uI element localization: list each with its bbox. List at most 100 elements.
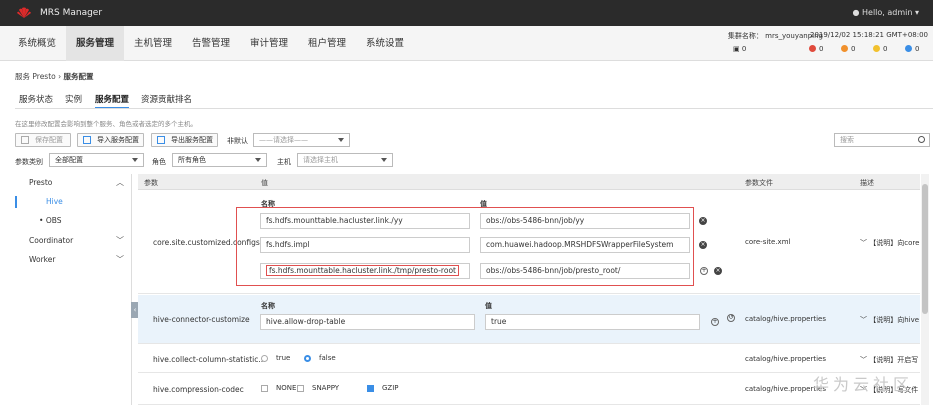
tab-service-status[interactable]: 服务状态 <box>19 93 53 105</box>
param-file: catalog/hive.properties <box>745 315 826 323</box>
table-row: hive-connector-customize 名称 值 hive.allow… <box>138 295 920 344</box>
top-bar: MRS Manager ● Hello, admin ▾ <box>0 0 933 26</box>
chevron-down-icon: ﹀ <box>860 239 867 247</box>
value-header: 值 <box>485 302 492 310</box>
save-icon <box>21 136 29 144</box>
col-param: 参数 <box>144 179 158 187</box>
caret-down-icon <box>255 158 261 162</box>
chevron-down-icon: ﹀ <box>860 356 867 364</box>
checkbox-snappy[interactable] <box>297 385 304 392</box>
save-config-button[interactable]: 保存配置 <box>15 133 71 147</box>
param-name: hive-connector-customize <box>153 315 250 324</box>
nav-audit[interactable]: 审计管理 <box>240 26 298 61</box>
host-label: 主机 <box>277 158 291 166</box>
nav-overview[interactable]: 系统概览 <box>8 26 66 61</box>
add-icon[interactable]: + <box>700 267 708 275</box>
param-name: hive.collect-column-statistic... <box>153 355 266 364</box>
alarm-critical[interactable]: 0 <box>809 45 823 53</box>
remove-icon[interactable]: × <box>699 217 707 225</box>
non-default-label: 非默认 <box>227 137 248 145</box>
export-icon <box>157 136 165 144</box>
reset-icon[interactable]: ↺ <box>727 314 735 322</box>
col-value: 值 <box>261 179 268 187</box>
add-icon[interactable]: + <box>711 318 719 326</box>
tab-divider <box>15 108 933 109</box>
tree-item-worker[interactable]: Worker ﹀ <box>15 251 132 269</box>
tree-item-presto[interactable]: Presto ︿ <box>15 174 132 192</box>
pair-value-input[interactable]: true <box>485 314 700 330</box>
checkbox-none[interactable] <box>261 385 268 392</box>
param-desc: ﹀ 【说明】向core <box>860 239 920 247</box>
tab-instances[interactable]: 实例 <box>65 93 82 105</box>
checkbox-none-label: NONE <box>276 384 297 392</box>
param-file: core-site.xml <box>745 238 791 246</box>
breadcrumb-parent[interactable]: 服务 Presto <box>15 72 56 81</box>
alarm-minor[interactable]: 0 <box>873 45 887 53</box>
nav-settings[interactable]: 系统设置 <box>356 26 414 61</box>
warning-alarm-icon <box>905 45 912 52</box>
nav-hosts[interactable]: 主机管理 <box>124 26 182 61</box>
param-type-select[interactable]: 全部配置 <box>49 153 144 167</box>
pair-name-input[interactable]: hive.allow-drop-table <box>260 314 475 330</box>
vertical-scrollbar[interactable] <box>921 174 929 405</box>
col-file: 参数文件 <box>745 179 773 187</box>
search-input[interactable]: 搜索 <box>834 133 930 147</box>
breadcrumb: 服务 Presto › 服务配置 <box>15 71 94 82</box>
caret-down-icon <box>132 158 138 162</box>
user-menu[interactable]: ● Hello, admin ▾ <box>852 8 919 17</box>
radio-false-label: false <box>319 354 336 362</box>
alarm-major[interactable]: 0 <box>841 45 855 53</box>
remove-icon[interactable]: × <box>699 241 707 249</box>
tab-resource-ranking[interactable]: 资源贡献排名 <box>141 93 192 105</box>
clipboard-icon: ▣ <box>733 45 740 53</box>
host-select[interactable]: 请选择主机 <box>297 153 393 167</box>
datetime: 2019/12/02 15:18:21 GMT+08:00 <box>809 31 928 39</box>
table-row: hive.collect-column-statistic... true fa… <box>138 345 920 373</box>
nav-alarms[interactable]: 告警管理 <box>182 26 240 61</box>
minor-alarm-icon <box>873 45 880 52</box>
highlight-box <box>236 207 694 286</box>
tab-service-config[interactable]: 服务配置 <box>95 93 130 109</box>
watermark: 华为云社区 <box>813 375 914 394</box>
param-desc: ﹀ 【说明】开启写 <box>860 356 919 364</box>
task-count[interactable]: ▣ 0 <box>733 45 746 53</box>
app-title: MRS Manager <box>40 8 103 18</box>
tree-item-hive[interactable]: Hive <box>15 193 132 211</box>
huawei-logo <box>17 7 31 18</box>
tree-item-coordinator[interactable]: Coordinator ﹀ <box>15 232 132 250</box>
radio-true[interactable] <box>261 355 268 362</box>
checkbox-snappy-label: SNAPPY <box>312 384 340 392</box>
role-tree: Presto ︿ Hive • OBS Coordinator ﹀ Worker ﹀ <box>15 174 132 405</box>
import-config-button[interactable]: 导入服务配置 <box>77 133 144 147</box>
radio-false[interactable] <box>304 355 311 362</box>
name-header: 名称 <box>261 302 275 310</box>
role-select[interactable]: 所有角色 <box>172 153 267 167</box>
chevron-down-icon: ﹀ <box>860 316 867 324</box>
import-icon <box>83 136 91 144</box>
param-file: catalog/hive.properties <box>745 355 826 363</box>
checkbox-gzip-label: GZIP <box>382 384 399 392</box>
non-default-select[interactable]: ——请选择—— <box>253 133 350 147</box>
param-name: hive.compression-codec <box>153 385 244 394</box>
tree-item-obs[interactable]: • OBS <box>15 212 132 230</box>
chevron-down-icon: ﹀ <box>116 236 124 245</box>
nav-tenants[interactable]: 租户管理 <box>298 26 356 61</box>
search-icon <box>918 136 925 143</box>
caret-down-icon <box>381 158 387 162</box>
remove-icon[interactable]: × <box>714 267 722 275</box>
nav-services[interactable]: 服务管理 <box>66 26 124 61</box>
chevron-up-icon: ︿ <box>116 178 124 187</box>
main-nav: 系统概览 服务管理 主机管理 告警管理 审计管理 租户管理 系统设置 集群名称：… <box>0 26 933 61</box>
checkbox-gzip[interactable] <box>367 385 374 392</box>
role-label: 角色 <box>152 158 166 166</box>
chevron-down-icon: ﹀ <box>116 255 124 264</box>
radio-true-label: true <box>276 354 291 362</box>
export-config-button[interactable]: 导出服务配置 <box>151 133 218 147</box>
scrollbar-thumb[interactable] <box>922 184 928 314</box>
param-desc: ﹀ 【说明】向hive <box>860 316 920 324</box>
alarm-warning[interactable]: 0 <box>905 45 919 53</box>
critical-alarm-icon <box>809 45 816 52</box>
caret-down-icon <box>338 138 344 142</box>
param-type-label: 参数类别 <box>15 158 43 166</box>
user-icon: ● <box>852 8 860 17</box>
